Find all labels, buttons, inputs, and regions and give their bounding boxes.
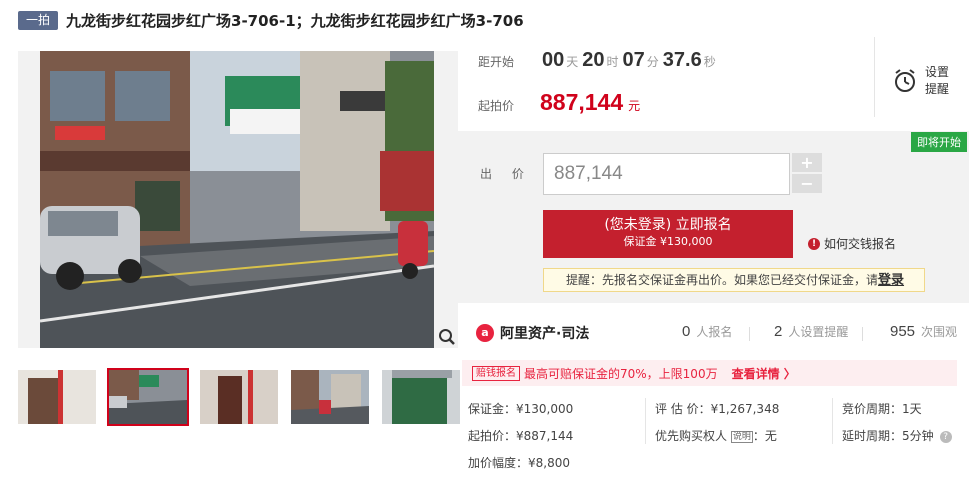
street-photo (40, 51, 434, 348)
divider (832, 398, 833, 444)
alarm-clock-icon (895, 69, 915, 92)
countdown-minutes-unit: 分 (646, 55, 659, 69)
zoom-icon[interactable] (438, 328, 456, 346)
compensation-promo: 赔钱报名 最高可赔保证金的70%，上限100万 查看详情 〉 (462, 360, 957, 386)
main-photo[interactable] (18, 51, 458, 348)
how-to-pay-label: 如何交钱报名 (824, 237, 897, 251)
reminders-stat: 2 人设置提醒 (774, 323, 849, 340)
start-price: 起拍价 887,144 元 (478, 89, 640, 116)
start-price-label: 起拍价 (478, 99, 515, 113)
info-icon: ! (808, 237, 820, 250)
countdown-seconds-unit: 秒 (703, 55, 716, 69)
deposit-detail: 保证金：¥130,000 (468, 402, 574, 416)
help-icon[interactable]: ? (939, 430, 952, 443)
divider (645, 398, 646, 444)
auction-round-badge: 一拍 (18, 10, 59, 30)
login-link[interactable]: 登录 (878, 273, 904, 288)
countdown-hours-unit: 时 (606, 55, 619, 69)
promo-details-link[interactable]: 查看详情 〉 (732, 365, 796, 382)
start-price-value: 887,144 (540, 89, 624, 115)
signups-stat: 0 人报名 (682, 323, 733, 340)
thumbnail-1[interactable] (18, 370, 96, 424)
priority-buyer-detail: 优先购买权人 说明 ：无 (655, 429, 777, 443)
divider (749, 327, 750, 341)
decrease-bid-button[interactable]: − (792, 174, 822, 193)
how-to-pay-link[interactable]: ! 如何交钱报名 (808, 235, 896, 252)
thumbnail-strip (18, 368, 460, 426)
promo-text: 最高可赔保证金的70%，上限100万 (524, 366, 718, 381)
ali-logo-icon: a (476, 324, 494, 342)
start-price-unit: 元 (628, 99, 641, 113)
thumbnail-2[interactable] (107, 368, 189, 426)
bid-panel: 即将开始 出 价 887,144 + − (您未登录) 立即报名 保证金 ¥13… (458, 131, 969, 303)
register-deposit-label: 保证金 ¥130,000 (623, 235, 713, 248)
countdown-label: 距开始 (478, 55, 515, 69)
bid-stepper: + − (792, 153, 822, 195)
countdown: 距开始 00 天 20 时 07 分 37.6 秒 (478, 49, 720, 72)
platform-stats: a 阿里资产·司法 0 人报名 2 人设置提醒 955 次围观 (458, 303, 969, 353)
ali-logo-text: 阿里资产·司法 (500, 326, 590, 342)
status-badge: 即将开始 (911, 132, 967, 152)
login-tip-text: 提醒：先报名交保证金再出价。如果您已经交付保证金，请 (566, 273, 879, 287)
appraisal-detail: 评 估 价：¥1,267,348 (655, 402, 780, 416)
thumbnail-3[interactable] (200, 370, 278, 424)
increase-bid-button[interactable]: + (792, 153, 822, 172)
thumbnail-4[interactable] (291, 370, 369, 424)
delay-detail: 延时周期：5分钟? (842, 427, 952, 444)
countdown-days-unit: 天 (566, 55, 579, 69)
thumbnail-5[interactable] (382, 370, 460, 424)
set-reminder-label: 设置 提醒 (925, 65, 950, 96)
login-tip: 提醒：先报名交保证金再出价。如果您已经交付保证金，请登录 (543, 268, 925, 292)
views-stat: 955 次围观 (890, 323, 958, 340)
countdown-seconds: 37.6 (662, 49, 702, 71)
divider (862, 327, 863, 341)
countdown-hours: 20 (582, 49, 605, 71)
countdown-days: 00 (542, 49, 565, 71)
auction-info: 距开始 00 天 20 时 07 分 37.6 秒 起拍价 887,144 元 … (458, 37, 969, 131)
register-button-label: (您未登录) 立即报名 (604, 217, 732, 233)
countdown-minutes: 07 (622, 49, 645, 71)
bid-label: 出 价 (480, 167, 532, 181)
priority-info-tag[interactable]: 说明 (730, 430, 753, 443)
page-title: 九龙街步红花园步红广场3-706-1；九龙街步红花园步红广场3-706 (66, 11, 524, 30)
ali-assets-logo[interactable]: a 阿里资产·司法 (476, 323, 589, 343)
title-row: 一拍 九龙街步红花园步红广场3-706-1；九龙街步红花园步红广场3-706 (18, 10, 524, 30)
bid-amount-input[interactable]: 887,144 (543, 153, 790, 195)
promo-tag: 赔钱报名 (472, 365, 520, 381)
cycle-detail: 竞价周期：1天 (842, 402, 922, 416)
increment-detail: 加价幅度：¥8,800 (468, 456, 570, 470)
register-button[interactable]: (您未登录) 立即报名 保证金 ¥130,000 (543, 210, 793, 258)
start-price-detail: 起拍价：¥887,144 (468, 429, 574, 443)
set-reminder-button[interactable]: 设置 提醒 (874, 37, 969, 117)
